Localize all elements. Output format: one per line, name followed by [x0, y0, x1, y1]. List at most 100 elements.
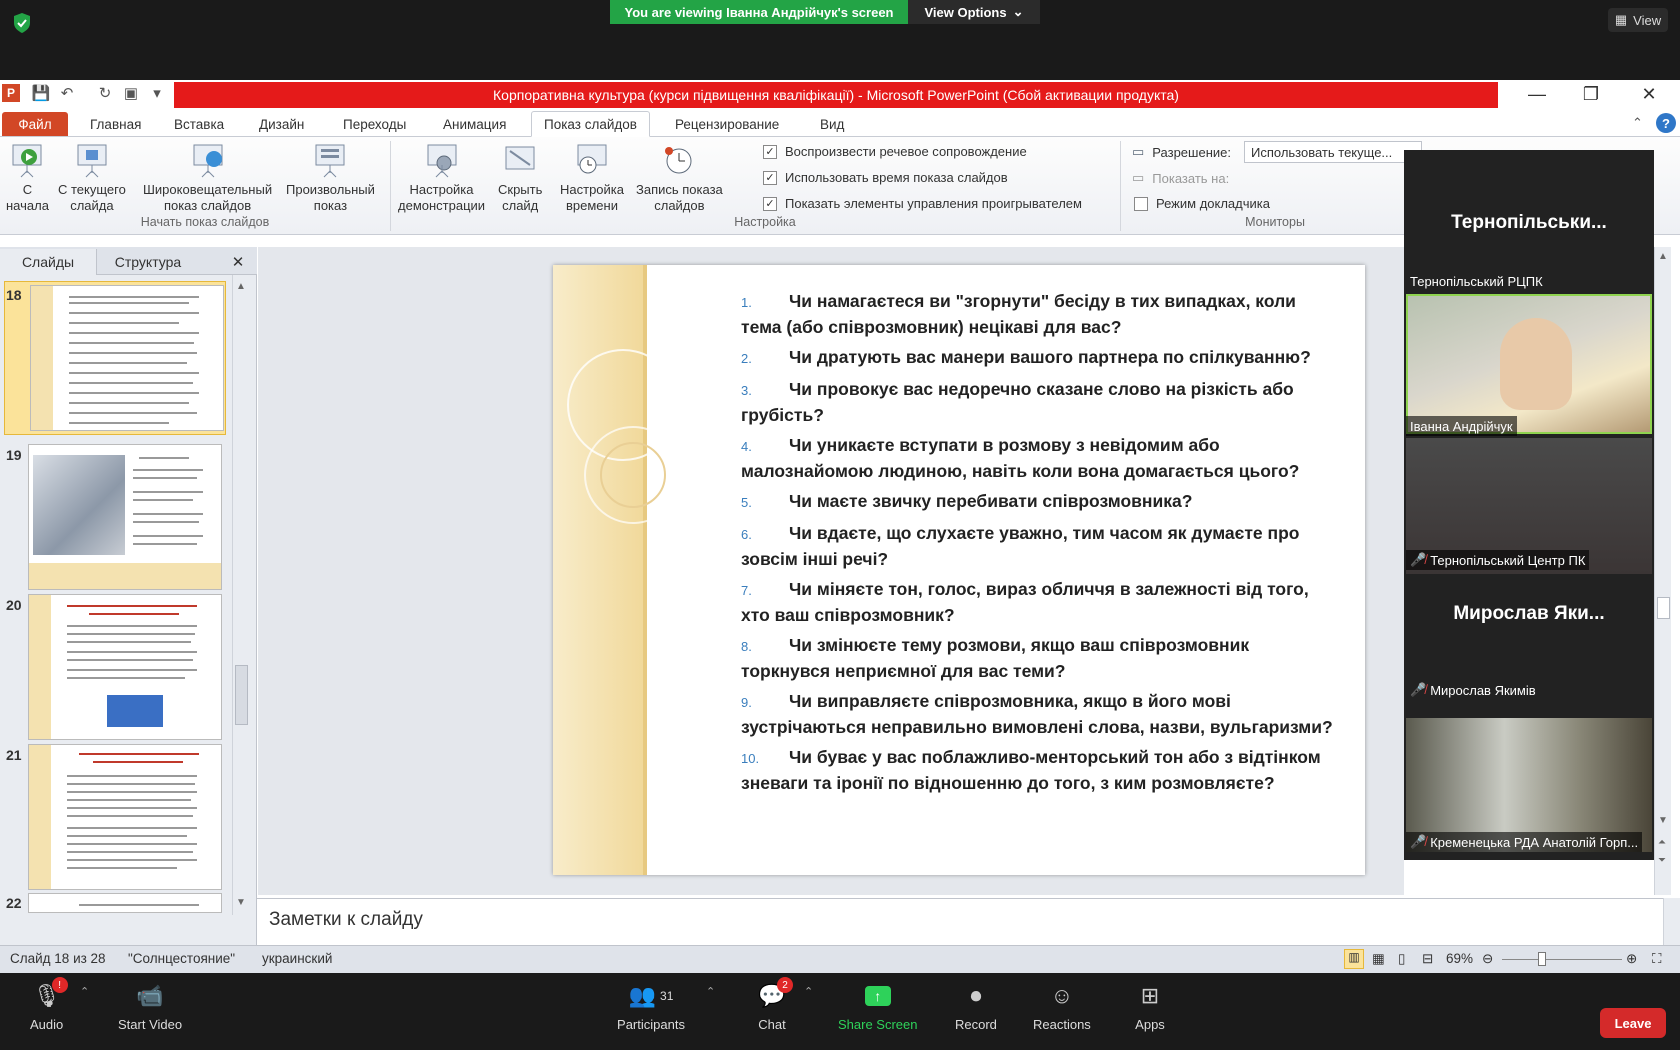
presenter-view-label: Режим докладчика: [1156, 196, 1270, 211]
from-start-button[interactable]: С начала: [6, 141, 49, 214]
edit-scrollbar[interactable]: ▲ ▼ ⏶ ⏷: [1654, 247, 1671, 895]
redo-icon[interactable]: ↻: [96, 84, 114, 102]
controls-checkbox[interactable]: ✓ Показать элементы управления проигрыват…: [763, 196, 1082, 211]
notes-field[interactable]: Заметки к слайду: [257, 898, 1680, 945]
view-button[interactable]: ▦ View: [1608, 8, 1668, 32]
custom-show-l2: показ: [313, 198, 348, 213]
start-video-button[interactable]: 📹 Start Video: [118, 981, 182, 1032]
thumb-slide-19[interactable]: [28, 444, 222, 590]
save-icon[interactable]: 💾: [32, 84, 51, 102]
minimize-icon[interactable]: —: [1510, 80, 1564, 109]
chat-button[interactable]: 💬 2 Chat: [757, 977, 793, 1032]
resolution-select[interactable]: Использовать текуще...: [1244, 141, 1422, 163]
thumb-slide-20[interactable]: [28, 594, 222, 740]
customize-qat-icon[interactable]: ▾: [148, 84, 166, 102]
share-screen-button[interactable]: ↑ Share Screen: [838, 981, 918, 1032]
undo-icon[interactable]: ↶: [58, 84, 76, 102]
close-icon[interactable]: ✕: [1622, 80, 1676, 109]
scroll-thumb[interactable]: [1657, 597, 1670, 619]
security-shield-icon[interactable]: [12, 12, 32, 34]
question-text: Чи провокує вас недоречно сказане слово …: [741, 379, 1294, 425]
sorter-view-icon[interactable]: ▦: [1372, 951, 1385, 967]
thumb-slide-22[interactable]: [28, 893, 222, 913]
zoom-slider[interactable]: [1502, 959, 1622, 960]
close-pane-icon[interactable]: ✕: [228, 249, 248, 275]
chat-options-icon[interactable]: ⌃: [804, 985, 813, 998]
tab-outline[interactable]: Структура: [98, 249, 198, 275]
record-button[interactable]: ⏺ Record: [955, 981, 997, 1032]
restore-icon[interactable]: ❐: [1564, 80, 1618, 109]
audio-button[interactable]: 🎙! Audio: [30, 977, 68, 1032]
scroll-up-icon[interactable]: ▲: [1658, 251, 1668, 262]
tab-file[interactable]: Файл: [2, 112, 68, 136]
scroll-down-icon[interactable]: ▼: [236, 897, 246, 908]
leave-button[interactable]: Leave: [1600, 1008, 1666, 1038]
record-show-button[interactable]: Запись показа слайдов: [636, 141, 723, 214]
reactions-button[interactable]: ☺ Reactions: [1033, 981, 1091, 1032]
zoom-slider-thumb[interactable]: [1538, 952, 1546, 966]
current-slide[interactable]: 1. Чи намагаєтеся ви "згорнути" бесіду в …: [553, 265, 1365, 875]
reading-view-icon[interactable]: ▯: [1398, 951, 1405, 967]
participants-options-icon[interactable]: ⌃: [706, 985, 715, 998]
scroll-thumb[interactable]: [235, 665, 248, 725]
tab-insert[interactable]: Вставка: [162, 111, 236, 137]
status-language[interactable]: украинский: [262, 951, 332, 966]
next-slide-icon[interactable]: ⏷: [1658, 855, 1666, 866]
tile-ternopil-rcpk[interactable]: Тернопільськи...: [1406, 152, 1652, 290]
tile-ivanna-video[interactable]: [1406, 294, 1652, 434]
hide-slide-button[interactable]: Скрыть слайд: [498, 141, 542, 214]
notes-scrollbar[interactable]: [1663, 898, 1680, 945]
prev-slide-icon[interactable]: ⏶: [1658, 837, 1666, 848]
ribbon-separator: [390, 141, 391, 231]
question-item: 8. Чи змінюєте тему розмови, якщо ваш спі…: [741, 633, 1341, 683]
apps-button[interactable]: ⊞ Apps: [1135, 981, 1165, 1032]
tile-name: Мирослав Якимів: [1430, 682, 1536, 698]
help-icon[interactable]: ?: [1656, 113, 1676, 133]
chat-icon: 💬 2: [757, 977, 793, 1011]
broadcast-icon: [193, 144, 223, 178]
fit-window-icon[interactable]: ⛶: [1652, 951, 1661, 967]
participants-button[interactable]: 👥 31 Participants: [616, 981, 686, 1032]
view-options-button[interactable]: View Options ⌄: [908, 0, 1040, 24]
zoom-out-icon[interactable]: ⊖: [1482, 951, 1493, 967]
zoom-level[interactable]: 69%: [1446, 951, 1473, 966]
thumb-slide-21[interactable]: [28, 744, 222, 890]
tab-slideshow[interactable]: Показ слайдов: [531, 111, 650, 137]
scroll-down-icon[interactable]: ▼: [1658, 815, 1668, 826]
slideshow-view-icon[interactable]: ⊟: [1422, 951, 1433, 967]
collapse-ribbon-icon[interactable]: ⌃: [1632, 115, 1643, 131]
normal-view-icon[interactable]: ▥: [1344, 949, 1364, 969]
question-text: Чи міняєте тон, голос, вираз обличчя в з…: [741, 579, 1309, 625]
powerpoint-logo-icon[interactable]: P: [2, 84, 20, 102]
hide-slide-l1: Скрыть: [498, 182, 543, 197]
pane-scrollbar[interactable]: ▲ ▼: [232, 275, 249, 915]
tab-transitions[interactable]: Переходы: [331, 111, 418, 137]
tab-view[interactable]: Вид: [808, 111, 856, 137]
presenter-view-checkbox[interactable]: Режим докладчика: [1134, 196, 1270, 211]
question-text: Чи намагаєтеся ви "згорнути" бесіду в ти…: [741, 291, 1296, 337]
tab-home[interactable]: Главная: [78, 111, 153, 137]
audio-options-icon[interactable]: ⌃: [80, 985, 89, 998]
rehearse-timings-button[interactable]: Настройка времени: [560, 141, 624, 214]
tile-nametag: Іванна Андрійчук: [1406, 416, 1517, 436]
broadcast-button[interactable]: Широковещательный показ слайдов: [143, 141, 272, 214]
participants-count: 31: [660, 989, 674, 1003]
custom-show-button[interactable]: Произвольный показ: [286, 141, 375, 214]
narration-checkbox[interactable]: ✓ Воспроизвести речевое сопровождение: [763, 144, 1027, 159]
question-number: 3.: [741, 383, 752, 398]
tab-animations[interactable]: Анимация: [431, 111, 518, 137]
group-monitors-label: Мониторы: [1245, 215, 1305, 229]
scroll-up-icon[interactable]: ▲: [236, 281, 246, 292]
tab-design[interactable]: Дизайн: [247, 111, 316, 137]
question-item: 7. Чи міняєте тон, голос, вираз обличчя в…: [741, 577, 1341, 627]
audio-label: Audio: [30, 1017, 64, 1032]
tab-slides[interactable]: Слайды: [0, 249, 97, 275]
tab-review[interactable]: Рецензирование: [663, 111, 791, 137]
from-current-button[interactable]: С текущего слайда: [58, 141, 126, 214]
zoom-in-icon[interactable]: ⊕: [1626, 951, 1637, 967]
slideshow-start-icon[interactable]: ▣: [122, 84, 140, 102]
thumb-slide-18[interactable]: [30, 285, 224, 431]
resolution-row: ▭ Разрешение:: [1132, 144, 1231, 160]
timings-checkbox[interactable]: ✓ Использовать время показа слайдов: [763, 170, 1008, 185]
setup-show-button[interactable]: Настройка демонстрации: [398, 141, 485, 214]
